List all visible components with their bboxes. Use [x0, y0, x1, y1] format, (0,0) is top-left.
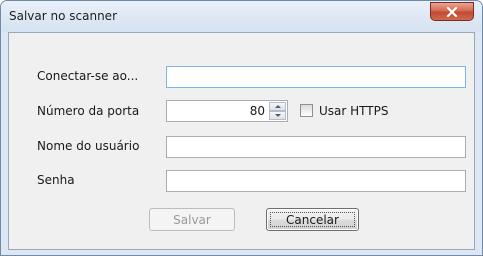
connect-input[interactable]	[166, 66, 466, 88]
username-input[interactable]	[166, 136, 466, 158]
use-https-label[interactable]: Usar HTTPS	[319, 104, 388, 118]
port-spinner[interactable]	[269, 102, 286, 120]
arrow-up-icon	[275, 105, 281, 108]
port-number-stepper[interactable]: 80	[166, 100, 288, 122]
spin-up-button[interactable]	[269, 102, 286, 111]
save-button[interactable]: Salvar	[149, 208, 235, 231]
use-https-checkbox[interactable]	[300, 104, 313, 117]
username-label: Nome do usuário	[37, 139, 140, 153]
password-label: Senha	[37, 173, 75, 187]
dialog-body: Conectar-se ao... Número da porta 80 Usa…	[8, 32, 475, 250]
arrow-down-icon	[275, 114, 281, 117]
connect-label: Conectar-se ao...	[37, 69, 139, 83]
port-value[interactable]: 80	[250, 104, 265, 118]
port-label: Número da porta	[37, 104, 140, 118]
dialog-window: Salvar no scanner Conectar-se ao... Núme…	[0, 0, 483, 256]
close-x-icon	[446, 6, 458, 17]
title-bar[interactable]: Salvar no scanner	[1, 1, 482, 32]
cancel-button[interactable]: Cancelar	[266, 208, 359, 231]
password-input[interactable]	[166, 170, 466, 192]
spin-down-button[interactable]	[269, 111, 286, 120]
window-title: Salvar no scanner	[9, 9, 117, 23]
close-button[interactable]	[430, 2, 474, 21]
